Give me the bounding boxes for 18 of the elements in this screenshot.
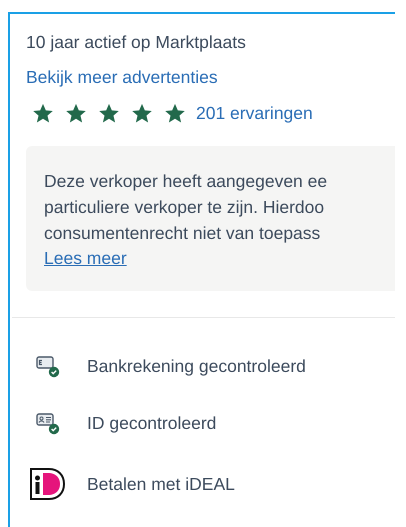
notice-text: Deze verkoper heeft aangegeven ee [44,170,328,193]
notice-text: consumentenrecht niet van toepass [44,222,320,245]
star-icon [131,103,153,124]
payment-logo-icon [30,468,66,500]
more-ads-link[interactable]: Bekijk meer advertenties [26,67,218,88]
bank-card-check-icon [35,354,61,378]
notice-text: particuliere verkoper te zijn. Hierdoo [44,196,324,219]
star-icon [164,103,186,124]
badge-label: Bankrekening gecontroleerd [87,356,306,376]
id-card-check-icon [35,411,61,435]
star-icon [65,103,87,124]
star-icon [32,103,54,124]
badge-label: ID gecontroleerd [87,412,216,434]
read-more-link[interactable]: Lees meer [44,246,127,271]
star-icon [98,103,120,124]
reviews-link[interactable]: 201 ervaringen [196,103,313,124]
seller-activity: 10 jaar actief op Marktplaats [26,32,247,53]
badge-label: Betalen met iDEAL [87,474,235,494]
